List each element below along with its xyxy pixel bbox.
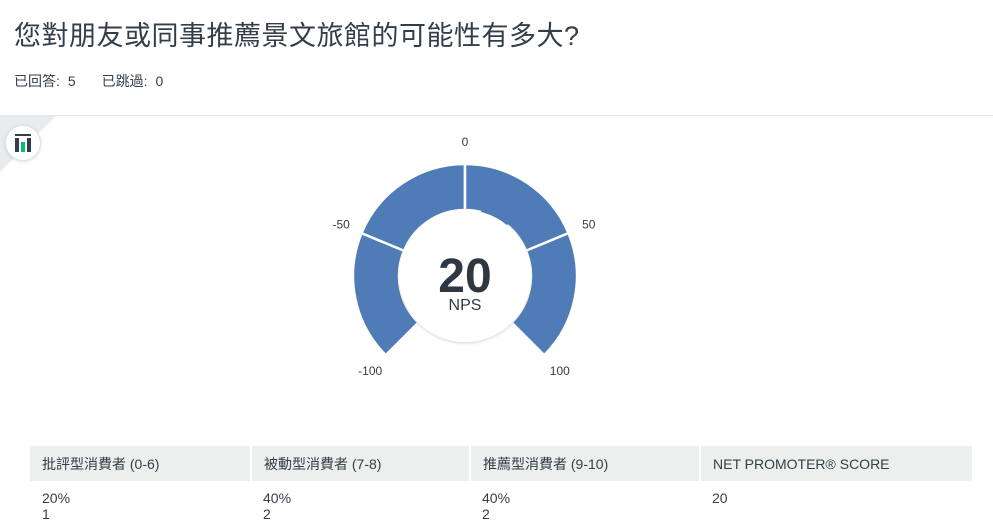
nps-value: 20 xyxy=(438,250,491,303)
nps-gauge-chart: -100 -50 0 50 100 20 NPS xyxy=(333,135,596,378)
header-detractors: 批評型消費者 (0-6) xyxy=(30,446,252,481)
passives-percent: 40% xyxy=(263,490,292,506)
nps-breakdown-table: 批評型消費者 (0-6) 被動型消費者 (7-8) 推薦型消費者 (9-10) … xyxy=(30,446,972,522)
header-passives: 被動型消費者 (7-8) xyxy=(251,446,471,481)
gauge-tick-label: -100 xyxy=(358,364,382,378)
gauge-tick-label: 50 xyxy=(582,218,596,232)
promoters-percent: 40% xyxy=(482,490,511,506)
cell-passives: 40% 2 xyxy=(251,481,470,522)
cell-detractors: 20% 1 xyxy=(30,481,251,522)
nps-label: NPS xyxy=(449,297,482,314)
header-promoters: 推薦型消費者 (9-10) xyxy=(470,446,701,481)
cell-promoters: 40% 2 xyxy=(470,481,700,522)
header-nps: NET PROMOTER® SCORE xyxy=(700,446,972,481)
cell-nps: 20 xyxy=(700,481,972,522)
detractors-percent: 20% xyxy=(42,490,71,506)
nps-score: 20 xyxy=(712,490,728,506)
table-header-row: 批評型消費者 (0-6) 被動型消費者 (7-8) 推薦型消費者 (9-10) … xyxy=(30,446,972,481)
gauge-tick-label: 0 xyxy=(462,135,469,149)
gauge-tick-label: -50 xyxy=(333,218,351,232)
gauge-tick-label: 100 xyxy=(550,364,570,378)
table-row: 20% 1 40% 2 40% 2 20 xyxy=(30,481,972,522)
